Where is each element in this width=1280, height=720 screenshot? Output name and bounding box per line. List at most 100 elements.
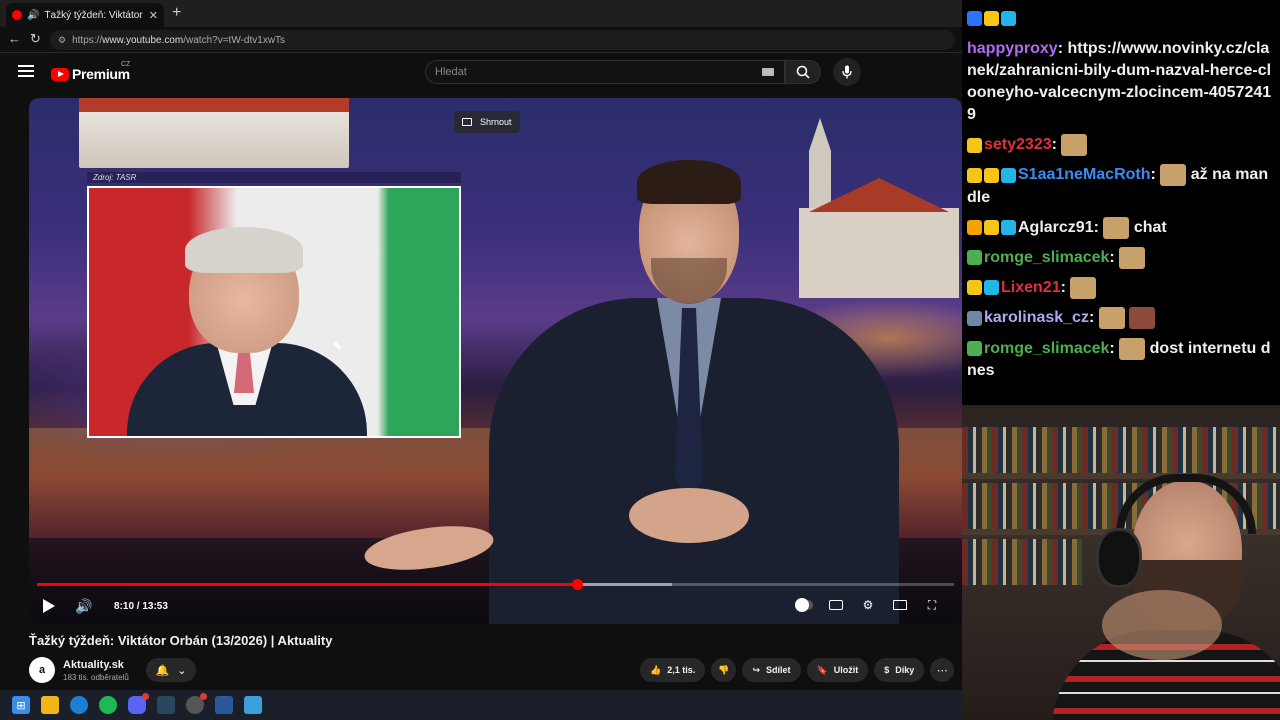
- inset-person: [127, 227, 367, 436]
- discord-icon[interactable]: [128, 693, 149, 714]
- search-button[interactable]: [785, 60, 821, 84]
- reload-icon[interactable]: ↻: [30, 31, 41, 47]
- notepad-icon[interactable]: [244, 696, 262, 714]
- chat-badges: [967, 307, 984, 329]
- browser-tab[interactable]: 🔊 Ťažký týždeň: Viktátor Orbán ( ✕: [6, 3, 164, 27]
- logo-premium-text: Premium: [72, 66, 130, 82]
- edge-browser-icon[interactable]: [70, 696, 88, 714]
- url-host: www.youtube.com: [102, 34, 184, 46]
- presenter: [361, 158, 899, 624]
- badge-icon[interactable]: [967, 250, 982, 266]
- chat-username[interactable]: sety2323: [984, 136, 1052, 153]
- chat-text: chat: [1133, 218, 1167, 236]
- dislike-button[interactable]: 👎: [711, 658, 737, 682]
- spotify-icon[interactable]: [99, 696, 117, 714]
- badge-icon[interactable]: [967, 310, 982, 326]
- keyboard-icon[interactable]: [762, 68, 774, 76]
- save-button[interactable]: 🔖 Uložit: [806, 658, 869, 682]
- fullscreen-icon[interactable]: ⛶: [923, 598, 941, 612]
- thanks-button[interactable]: $ Díky: [874, 658, 925, 682]
- video-player[interactable]: Zdroj: TASR Shrnout ⬉ 🔊 8:10 / 13:53 ⚙ ⛶: [29, 98, 962, 624]
- obs-icon[interactable]: [186, 693, 207, 714]
- more-options-icon[interactable]: ⋯: [930, 658, 955, 682]
- chat-message: S1aa1neMacRoth: až na mandle: [967, 164, 1276, 208]
- channel-name[interactable]: Aktuality.sk: [63, 659, 129, 671]
- summary-label: Shrnout: [480, 117, 512, 127]
- badge-icon[interactable]: [1001, 167, 1016, 183]
- speaker-icon[interactable]: 🔊: [27, 10, 39, 21]
- chat-username[interactable]: Aglarcz91: [1018, 219, 1094, 236]
- url-field[interactable]: ⚙ https://www.youtube.com/watch?v=tW-dtv…: [50, 30, 955, 50]
- badge-icon[interactable]: [1001, 11, 1016, 27]
- youtube-logo[interactable]: Premium CZ: [51, 61, 130, 82]
- chat-username[interactable]: happyproxy: [967, 40, 1058, 57]
- badge-icon[interactable]: [967, 11, 982, 27]
- search-input[interactable]: Hledat: [425, 60, 785, 84]
- badge-icon[interactable]: [967, 280, 982, 296]
- site-info-icon[interactable]: ⚙: [58, 35, 66, 46]
- youtube-favicon-icon: [12, 10, 22, 20]
- youtube-play-logo-icon: [51, 67, 69, 81]
- close-tab-icon[interactable]: ✕: [149, 9, 158, 22]
- subtitles-icon[interactable]: [827, 598, 845, 612]
- chat-message: [967, 8, 1276, 30]
- chat-username[interactable]: S1aa1neMacRoth: [1018, 167, 1151, 184]
- bookshelf-row: [962, 427, 1280, 473]
- badge-icon[interactable]: [1001, 219, 1016, 235]
- word-icon[interactable]: [215, 696, 233, 714]
- settings-gear-icon[interactable]: ⚙: [859, 598, 877, 612]
- chat-username[interactable]: romge_slimacek: [984, 249, 1109, 266]
- thumbs-up-icon: 👍: [650, 664, 662, 675]
- miniplayer-icon[interactable]: [462, 118, 472, 126]
- chat-username[interactable]: karolinask_cz: [984, 310, 1089, 327]
- badge-icon[interactable]: [984, 11, 999, 27]
- bell-icon: 🔔: [155, 664, 170, 677]
- share-icon: ↪: [752, 664, 760, 675]
- windows-start-icon[interactable]: ⊞: [12, 696, 30, 714]
- summary-button[interactable]: Shrnout: [454, 111, 520, 133]
- play-button[interactable]: [43, 596, 57, 616]
- back-icon[interactable]: ←: [8, 31, 21, 46]
- badge-icon[interactable]: [967, 167, 982, 183]
- chat-message: karolinask_cz:: [967, 307, 1276, 330]
- badge-icon[interactable]: [967, 340, 982, 356]
- notifications-button[interactable]: 🔔 ⌄: [146, 658, 196, 682]
- channel-info: a Aktuality.sk 183 tis. odběratelů: [29, 657, 129, 683]
- badge-icon[interactable]: [984, 167, 999, 183]
- url-prefix: https://: [72, 34, 103, 46]
- volume-icon[interactable]: 🔊: [75, 596, 92, 616]
- chat-separator: :: [1060, 279, 1071, 297]
- badge-icon[interactable]: [984, 280, 999, 296]
- subscriber-count: 183 tis. odběratelů: [63, 672, 129, 682]
- progress-bar[interactable]: [37, 579, 954, 590]
- chat-badges: [967, 8, 1018, 30]
- search-placeholder: Hledat: [435, 66, 467, 78]
- youtube-header: Premium CZ Hledat: [0, 54, 962, 92]
- webcam-feed: [962, 405, 1280, 720]
- voice-search-button[interactable]: [833, 58, 861, 86]
- steam-icon[interactable]: [157, 696, 175, 714]
- file-explorer-icon[interactable]: [41, 696, 59, 714]
- tab-title: Ťažký týždeň: Viktátor Orbán (: [44, 9, 143, 21]
- chat-username[interactable]: romge_slimacek: [984, 340, 1109, 357]
- time-display: 8:10 / 13:53: [114, 600, 168, 612]
- theater-mode-icon[interactable]: [891, 598, 909, 612]
- streamer: [1052, 474, 1280, 720]
- chat-separator: :: [1109, 339, 1120, 357]
- badge-icon[interactable]: [967, 137, 982, 153]
- microphone-icon: [842, 65, 852, 79]
- like-button[interactable]: 👍 2,1 tis.: [640, 658, 706, 682]
- share-button[interactable]: ↪ Sdílet: [742, 658, 801, 682]
- badge-icon[interactable]: [984, 219, 999, 235]
- chat-username[interactable]: Lixen21: [1001, 279, 1061, 296]
- new-tab-icon[interactable]: +: [172, 4, 181, 22]
- bookmark-icon: 🔖: [816, 664, 828, 675]
- menu-icon[interactable]: [18, 65, 34, 77]
- video-title: Ťažký týždeň: Viktátor Orbán (13/2026) |…: [29, 633, 333, 648]
- autoplay-toggle[interactable]: [795, 598, 813, 612]
- chat-emote-icon: [1103, 216, 1130, 239]
- chat-message: happyproxy: https://www.novinky.cz/clane…: [967, 38, 1276, 126]
- badge-icon[interactable]: [967, 219, 982, 235]
- channel-avatar[interactable]: a: [29, 657, 55, 683]
- chat-message: romge_slimacek: dost internetu dnes: [967, 337, 1276, 382]
